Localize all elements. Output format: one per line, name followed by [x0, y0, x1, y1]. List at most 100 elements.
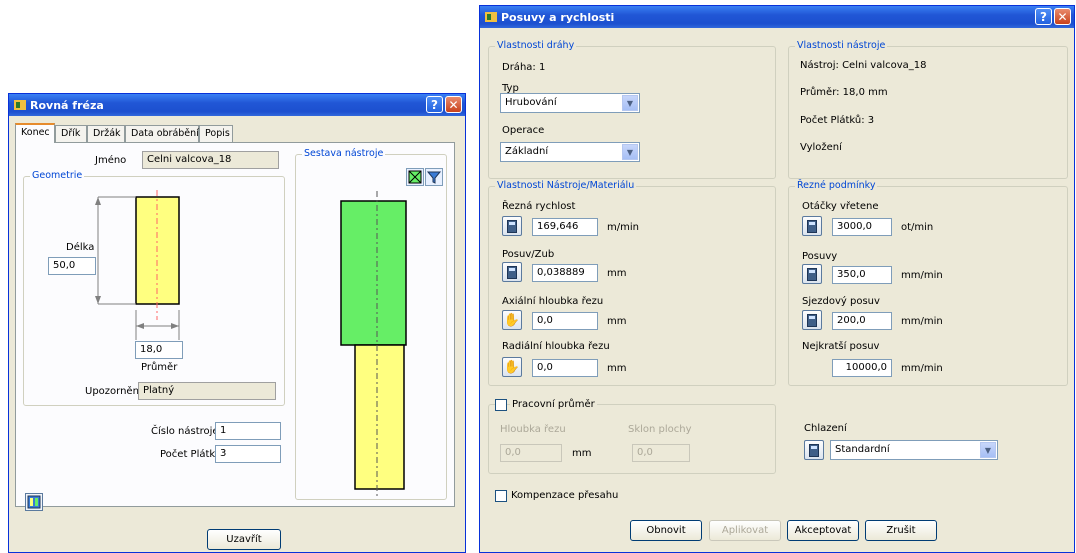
- diameter-field[interactable]: 18,0: [135, 341, 183, 359]
- coolant-button[interactable]: [804, 440, 824, 460]
- cutting-speed-calculator-button[interactable]: [502, 216, 522, 236]
- working-diameter-group: [488, 404, 776, 474]
- name-label: Jméno: [95, 155, 127, 166]
- help-button[interactable]: ?: [1035, 8, 1052, 25]
- operation-value: Základní: [505, 146, 549, 157]
- chevron-down-icon[interactable]: ▼: [980, 442, 996, 458]
- refresh-button[interactable]: Obnovit: [630, 520, 702, 541]
- working-diameter-label[interactable]: Pracovní průměr: [510, 399, 597, 410]
- flutes-field[interactable]: 3: [215, 445, 281, 463]
- operation-label: Operace: [502, 125, 545, 136]
- axial-depth-unit: mm: [607, 316, 627, 327]
- calculator-icon: [807, 219, 817, 233]
- tool-flutes-text: Počet Plátků: 3: [800, 115, 875, 126]
- spindle-speed-calculator-button[interactable]: [802, 216, 822, 236]
- cutting-speed-field[interactable]: 169,646: [532, 218, 598, 236]
- tool-text: Nástroj: Celni valcova_18: [800, 60, 927, 71]
- cutting-speed-label: Řezná rychlost: [502, 201, 576, 212]
- flute-icon-button[interactable]: [25, 493, 43, 511]
- tab-data-obrabeni[interactable]: Data obrábění: [125, 125, 199, 142]
- warning-field: Platný: [138, 382, 276, 400]
- length-arrow-top: [95, 197, 101, 205]
- help-button[interactable]: ?: [426, 96, 443, 113]
- overhang-text: Vyložení: [800, 142, 842, 153]
- feed-per-tooth-field[interactable]: 0,038889: [532, 264, 598, 282]
- tool-properties-label: Vlastnosti nástroje: [795, 40, 888, 51]
- assembly-view-icon: [408, 170, 422, 184]
- hand-icon: ✋: [503, 359, 521, 375]
- tab-drik[interactable]: Dřík: [55, 125, 87, 142]
- tool-material-group: Vlastnosti Nástroje/Materiálu: [488, 180, 776, 386]
- warning-label: Upozornění: [85, 386, 142, 397]
- tab-drzak[interactable]: Držák: [87, 125, 125, 142]
- plunge-feed-unit: mm/min: [901, 316, 943, 327]
- tool-number-label: Číslo nástroje: [151, 426, 219, 437]
- assembly-settings-button[interactable]: [425, 168, 443, 186]
- cutting-conditions-group: Řezné podmínky: [788, 180, 1068, 386]
- operation-select[interactable]: Základní ▼: [500, 142, 640, 162]
- flutes-label: Počet Plátků: [160, 449, 222, 460]
- tool-material-label: Vlastnosti Nástroje/Materiálu: [495, 180, 637, 191]
- window-title: Posuvy a rychlosti: [501, 10, 615, 24]
- rapid-feed-unit: mm/min: [901, 363, 943, 374]
- diameter-label: Průměr: [141, 362, 178, 373]
- tool-app-icon: [14, 100, 26, 110]
- length-field[interactable]: 50,0: [48, 257, 96, 275]
- axial-depth-label: Axiální hloubka řezu: [502, 296, 604, 307]
- cancel-button[interactable]: Zrušit: [865, 520, 937, 541]
- feed-rate-label: Posuvy: [802, 251, 838, 262]
- tool-number-field[interactable]: 1: [215, 422, 281, 440]
- spindle-speed-unit: ot/min: [901, 222, 934, 233]
- uzavrit-button[interactable]: Uzavřít: [207, 529, 281, 550]
- plunge-feed-label: Sjezdový posuv: [802, 296, 880, 307]
- tab-konec[interactable]: Konec: [15, 123, 55, 143]
- type-value: Hrubování: [505, 97, 557, 108]
- feed-rate-field[interactable]: 350,0: [832, 266, 892, 284]
- slope-label: Sklon plochy: [628, 424, 692, 435]
- radial-depth-label: Radiální hloubka řezu: [502, 341, 610, 352]
- type-select[interactable]: Hrubování ▼: [500, 93, 640, 113]
- assembly-view-button[interactable]: [406, 168, 424, 186]
- close-window-button[interactable]: ✕: [445, 96, 462, 113]
- compensation-label[interactable]: Kompenzace přesahu: [511, 490, 618, 501]
- depth-field[interactable]: 0,0: [500, 444, 562, 462]
- tool-diameter-text: Průměr: 18,0 mm: [800, 87, 888, 98]
- length-arrow-bottom: [95, 296, 101, 304]
- slope-field[interactable]: 0,0: [632, 444, 690, 462]
- end-mill-titlebar[interactable]: Rovná fréza ? ✕: [9, 94, 465, 116]
- axial-depth-field[interactable]: 0,0: [532, 312, 598, 330]
- end-mill-dialog: Rovná fréza ? ✕ Konec Dřík Držák Data ob…: [8, 93, 466, 553]
- tool-table-icon: [27, 495, 41, 509]
- coolant-value: Standardní: [835, 444, 890, 455]
- spindle-speed-field[interactable]: 3000,0: [832, 218, 892, 236]
- feeds-speeds-titlebar[interactable]: Posuvy a rychlosti ? ✕: [480, 6, 1074, 28]
- feed-per-tooth-calculator-button[interactable]: [502, 262, 522, 282]
- calculator-icon: [807, 313, 817, 327]
- filter-icon: [426, 171, 442, 184]
- plunge-feed-calculator-button[interactable]: [802, 310, 822, 330]
- close-window-button[interactable]: ✕: [1054, 8, 1071, 25]
- calculator-icon: [507, 219, 517, 233]
- feed-rate-calculator-button[interactable]: [802, 264, 822, 284]
- plunge-feed-field[interactable]: 200,0: [832, 312, 892, 330]
- tool-assembly-drawing: [340, 191, 407, 497]
- working-diameter-checkbox[interactable]: [495, 399, 507, 411]
- axial-depth-manual-button[interactable]: ✋: [502, 310, 522, 330]
- cutting-speed-unit: m/min: [607, 222, 639, 233]
- path-properties-label: Vlastnosti dráhy: [495, 40, 577, 51]
- tab-popis[interactable]: Popis: [199, 125, 233, 142]
- name-field: Celni valcova_18: [142, 151, 279, 169]
- chevron-down-icon[interactable]: ▼: [622, 144, 638, 160]
- rapid-feed-field[interactable]: 10000,0: [832, 359, 892, 377]
- compensation-checkbox[interactable]: [495, 490, 507, 502]
- accept-button[interactable]: Akceptovat: [787, 520, 859, 541]
- coolant-select[interactable]: Standardní ▼: [830, 440, 998, 460]
- calculator-icon: [809, 443, 819, 457]
- radial-depth-field[interactable]: 0,0: [532, 359, 598, 377]
- apply-button[interactable]: Aplikovat: [709, 520, 781, 541]
- feed-per-tooth-unit: mm: [607, 268, 627, 279]
- chevron-down-icon[interactable]: ▼: [622, 95, 638, 111]
- calculator-icon: [507, 265, 517, 279]
- radial-depth-manual-button[interactable]: ✋: [502, 357, 522, 377]
- feed-per-tooth-label: Posuv/Zub: [502, 249, 555, 260]
